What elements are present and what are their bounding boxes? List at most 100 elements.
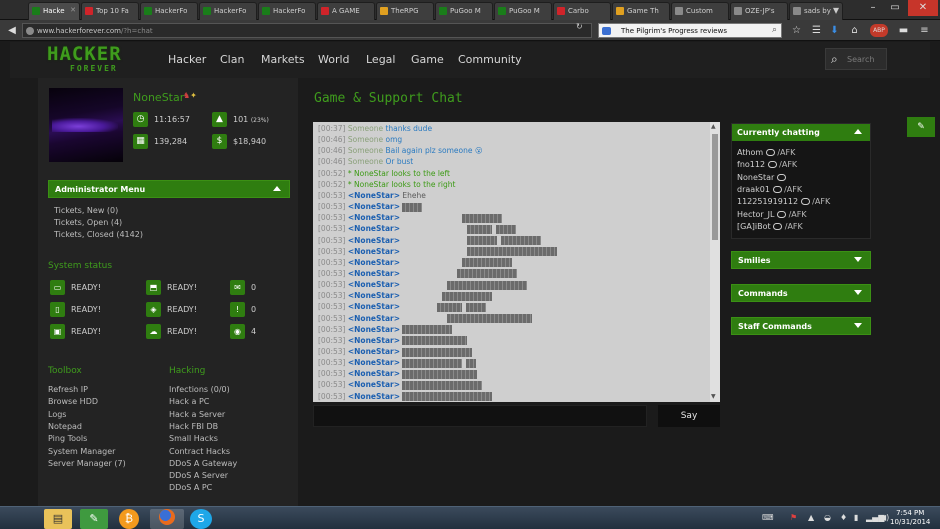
panel-header-staff-commands[interactable]: Staff Commands [731,317,871,335]
browser-tab[interactable]: PuGoo M [494,2,552,20]
browser-tab[interactable]: Top 10 Fa [81,2,139,20]
panel-header-commands[interactable]: Commands [731,284,871,302]
nav-game[interactable]: Game [411,53,444,66]
adblock-icon[interactable]: ABP [870,24,888,37]
chat-username[interactable]: <NoneStar> [348,213,400,222]
chat-username[interactable]: <NoneStar> [348,314,400,323]
maximize-button[interactable]: ▭ [884,0,906,16]
chat-username[interactable]: <NoneStar> [348,336,400,345]
browser-tab[interactable]: HackerFo [199,2,257,20]
chat-username[interactable]: <NoneStar> [348,258,400,267]
toolbox-link[interactable]: Ping Tools [48,434,87,443]
reload-icon[interactable]: ↻ [576,22,583,31]
chevron-down-icon[interactable] [854,290,862,295]
chat-user-name[interactable]: Hector_JL [737,210,774,219]
nav-community[interactable]: Community [458,53,522,66]
chat-user[interactable]: Athom /AFK [737,148,795,157]
scroll-down-icon[interactable]: ▼ [711,393,716,400]
hacking-link[interactable]: Hack FBI DB [169,422,218,431]
chat-username[interactable]: <NoneStar> [348,202,400,211]
chat-username[interactable]: <NoneStar> [348,236,400,245]
skype-icon[interactable]: S [190,509,212,529]
chat-username[interactable]: Someone [348,146,383,155]
addon-icon[interactable]: ▬ [897,24,910,37]
toolbox-link[interactable]: Browse HDD [48,397,98,406]
collapse-up-icon[interactable] [854,129,862,134]
bookmark-star-icon[interactable]: ☆ [790,24,803,37]
nav-markets[interactable]: Markets [261,53,305,66]
tray-expand-icon[interactable]: ▲ [808,513,814,522]
site-search-input[interactable]: ⌕ Search [825,48,887,70]
menu-icon[interactable]: ≡ [918,24,931,37]
browser-tab[interactable]: Game Th [612,2,670,20]
chat-message-input[interactable] [313,405,647,427]
address-bar[interactable]: www.hackerforever.com/?h=chat [22,23,592,38]
toolbox-link[interactable]: Notepad [48,422,82,431]
hacking-link[interactable]: Hack a Server [169,410,225,419]
browser-tab[interactable]: Custom [671,2,729,20]
hacking-link[interactable]: Infections (0/0) [169,385,230,394]
chat-user-name[interactable]: fno112 [737,160,765,169]
toolbox-link[interactable]: System Manager [48,447,115,456]
bitcoin-icon[interactable]: ₿ [119,509,139,529]
taskbar-clock[interactable]: 7:54 PM 10/31/2014 [890,509,930,527]
browser-tab[interactable]: PuGoo M [435,2,493,20]
scroll-up-icon[interactable]: ▲ [711,123,716,130]
nav-legal[interactable]: Legal [366,53,395,66]
chat-username[interactable]: <NoneStar> [348,224,400,233]
minimize-button[interactable]: – [862,0,884,16]
currently-chatting-header[interactable]: Currently chatting [732,124,870,141]
chat-username[interactable]: <NoneStar> [348,302,400,311]
notepad-icon[interactable]: ✎ [80,509,108,529]
hacking-link[interactable]: Small Hacks [169,434,218,443]
hacking-link[interactable]: DDoS A Gateway [169,459,237,468]
keyboard-icon[interactable]: ⌨ [762,513,774,522]
ticket-new-link[interactable]: Tickets, New (0) [54,206,118,215]
power-icon[interactable]: ▮ [854,513,858,522]
bookmarks-list-icon[interactable]: ☰ [810,24,823,37]
avatar[interactable] [49,88,123,162]
chat-username[interactable]: Someone [348,157,383,166]
browser-tab[interactable]: Carbo [553,2,611,20]
chat-username[interactable]: <NoneStar> [348,280,400,289]
chat-user[interactable]: fno112 /AFK [737,160,797,169]
chat-user[interactable]: draak01 /AFK [737,185,802,194]
browser-search-box[interactable]: The Pilgrim's Progress reviews ⌕ [598,23,782,38]
chat-user[interactable]: [GA]iBot /AFK [737,222,803,231]
chat-username[interactable]: <NoneStar> [348,247,400,256]
browser-tab[interactable]: TheRPG [376,2,434,20]
chat-user-name[interactable]: 112251919112 [737,197,798,206]
chat-username[interactable]: <NoneStar> [348,191,400,200]
toolbox-link[interactable]: Logs [48,410,66,419]
toolbox-link[interactable]: Server Manager (7) [48,459,126,468]
toolbox-link[interactable]: Refresh IP [48,385,88,394]
chat-user-name[interactable]: draak01 [737,185,770,194]
drop-icon[interactable]: ♦ [840,513,847,522]
chevron-down-icon[interactable] [854,323,862,328]
chat-user[interactable]: 112251919112 /AFK [737,197,830,206]
chat-username[interactable]: <NoneStar> [348,369,400,378]
admin-menu-header[interactable]: Administrator Menu [48,180,290,198]
home-icon[interactable]: ⌂ [848,24,861,37]
network-tray-icon[interactable]: ◒ [824,513,831,522]
chat-user-name[interactable]: Athom [737,148,763,157]
chat-user[interactable]: Hector_JL /AFK [737,210,807,219]
chat-user-name[interactable]: [GA]iBot [737,222,771,231]
browser-tab[interactable]: HackerFo [258,2,316,20]
chat-username[interactable]: Someone [348,135,383,144]
close-tab-icon[interactable]: ✕ [70,6,76,14]
chat-username[interactable]: <NoneStar> [348,358,400,367]
chat-username[interactable]: Someone [348,124,383,133]
chat-username[interactable]: <NoneStar> [348,347,400,356]
site-logo[interactable]: HACKER [47,43,122,65]
browser-tab[interactable]: A GAME [317,2,375,20]
chat-user[interactable]: NoneStar [737,173,786,182]
chat-username[interactable]: <NoneStar> [348,291,400,300]
browser-tab[interactable]: HackerFo [140,2,198,20]
chat-username[interactable]: <NoneStar> [348,269,400,278]
flag-icon[interactable]: ⚑ [790,513,797,522]
close-window-button[interactable]: ✕ [908,0,938,16]
feedback-tab[interactable]: ✎ [907,117,935,137]
username[interactable]: NoneStar [133,91,184,104]
ticket-closed-link[interactable]: Tickets, Closed (4142) [54,230,143,239]
